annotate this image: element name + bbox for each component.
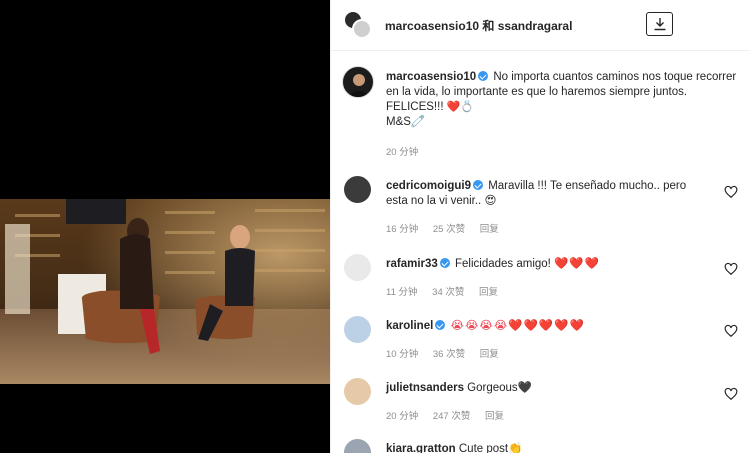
avatar [352, 19, 372, 39]
comment-time[interactable]: 20 分钟 [386, 411, 418, 422]
comment-item: julietnsanders Gorgeous🖤 20 分钟 247 次赞 回复 [331, 378, 750, 438]
comment-emoji: 🖤 [517, 382, 533, 394]
post-author-title[interactable]: marcoasensio10 和 ssandragaral [385, 17, 572, 34]
post-header: marcoasensio10 和 ssandragaral [331, 0, 750, 51]
avatar[interactable] [344, 316, 371, 343]
comment-meta: 10 分钟 36 次赞 回复 [386, 346, 511, 360]
comment-text: julietnsanders Gorgeous🖤 [386, 381, 711, 396]
comment-emoji: 😭😭😭😭❤️❤️❤️❤️❤️ [450, 320, 585, 332]
avatar[interactable] [344, 254, 371, 281]
comment-reply[interactable]: 回复 [485, 411, 504, 422]
comment-reply[interactable]: 回复 [480, 349, 499, 360]
comment-meta: 11 分钟 34 次赞 回复 [386, 284, 510, 298]
comment-item: rafamir33 Felicidades amigo! ❤️❤️❤️ 11 分… [331, 254, 750, 314]
caption-text: marcoasensio10 No importa cuantos camino… [386, 70, 741, 130]
heart-icon[interactable] [724, 387, 738, 401]
comment-body: Cute post [458, 443, 509, 453]
heart-icon[interactable] [724, 324, 738, 338]
video-frame-illustration [0, 199, 330, 384]
caption-emojis: ❤️💍 [446, 101, 475, 113]
verified-badge-icon [478, 71, 489, 81]
comment-text: cedricomoigui9 Maravilla !!! Te enseñado… [386, 179, 711, 209]
comment-reply[interactable]: 回复 [480, 224, 499, 235]
comment-username[interactable]: cedricomoigui9 [386, 180, 471, 192]
comment-item: cedricomoigui9 Maravilla !!! Te enseñado… [331, 176, 750, 236]
comment-emoji: 😍 [484, 195, 497, 207]
download-button[interactable] [646, 12, 673, 36]
heart-icon[interactable] [724, 185, 738, 199]
comment-body: Gorgeous [467, 382, 518, 394]
comment-meta: 16 分钟 25 次赞 回复 [386, 221, 511, 235]
verified-badge-icon [435, 320, 446, 330]
comment-likes[interactable]: 247 次赞 [433, 411, 471, 422]
comment-text: rafamir33 Felicidades amigo! ❤️❤️❤️ [386, 257, 711, 272]
caption-username[interactable]: marcoasensio10 [386, 71, 476, 83]
comment-likes[interactable]: 34 次赞 [432, 287, 464, 298]
caption-timestamp[interactable]: 20 分钟 [386, 144, 418, 158]
collab-avatars[interactable] [343, 10, 373, 40]
avatar[interactable] [344, 439, 371, 453]
comment-emoji: ❤️❤️❤️ [554, 258, 601, 270]
comment-item: kiara.gratton Cute post👏 [331, 439, 750, 453]
caption-signature: M&S🧷 [386, 116, 426, 128]
comment-time[interactable]: 10 分钟 [386, 349, 418, 360]
avatar[interactable] [344, 176, 371, 203]
comment-emoji: 👏 [508, 443, 523, 453]
post-video[interactable] [0, 199, 330, 384]
avatar[interactable] [342, 66, 374, 98]
post-media-pane [0, 0, 330, 453]
comment-time[interactable]: 16 分钟 [386, 224, 418, 235]
download-icon [654, 18, 665, 31]
comment-username[interactable]: rafamir33 [386, 258, 438, 270]
avatar[interactable] [344, 378, 371, 405]
post-detail-panel: marcoasensio10 和 ssandragaral marcoasens… [330, 0, 750, 453]
verified-badge-icon [439, 258, 450, 268]
comment-text: karolinel 😭😭😭😭❤️❤️❤️❤️❤️ [386, 319, 711, 334]
heart-icon[interactable] [724, 262, 738, 276]
comment-body: Felicidades amigo! [455, 258, 551, 270]
comment-likes[interactable]: 25 次赞 [433, 224, 465, 235]
comment-username[interactable]: karolinel [386, 320, 433, 332]
comment-username[interactable]: kiara.gratton [386, 443, 456, 453]
comment-item: karolinel 😭😭😭😭❤️❤️❤️❤️❤️ 10 分钟 36 次赞 回复 [331, 316, 750, 376]
comment-likes[interactable]: 36 次赞 [433, 349, 465, 360]
comment-time[interactable]: 11 分钟 [386, 287, 418, 298]
comment-reply[interactable]: 回复 [479, 287, 498, 298]
comment-text: kiara.gratton Cute post👏 [386, 442, 711, 453]
comment-username[interactable]: julietnsanders [386, 382, 464, 394]
comment-meta: 20 分钟 247 次赞 回复 [386, 408, 516, 422]
post-caption: marcoasensio10 No importa cuantos camino… [331, 66, 750, 166]
verified-badge-icon [473, 180, 483, 190]
